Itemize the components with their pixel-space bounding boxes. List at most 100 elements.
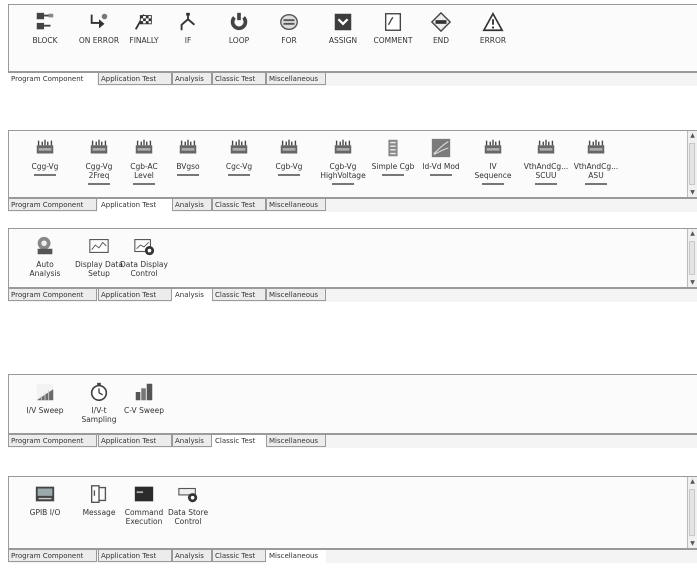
simple-cgb-icon xyxy=(382,137,404,159)
palette-item-label: VthAndCg... SCUU xyxy=(523,162,569,180)
tab-bar: Program Component Application Test Analysi… xyxy=(8,288,697,302)
palette-item[interactable]: BLOCK xyxy=(17,11,73,45)
palette-item-label: ERROR xyxy=(479,36,507,45)
command-execution-icon xyxy=(133,483,155,505)
scroll-thumb[interactable] xyxy=(689,241,695,275)
scroll-thumb[interactable] xyxy=(689,143,695,185)
scroll-down-icon[interactable]: ▼ xyxy=(688,539,697,548)
palette-item[interactable]: BVgso xyxy=(160,137,216,176)
tab-application-test[interactable]: Application Test xyxy=(98,435,172,447)
tab-classic-test[interactable]: Classic Test xyxy=(212,73,266,85)
vertical-scrollbar[interactable]: ▲ ▼ xyxy=(687,477,697,548)
tab-miscellaneous[interactable]: Miscellaneous xyxy=(266,73,326,85)
palette-item-label: Cgc-Vg xyxy=(225,162,253,171)
end-icon xyxy=(430,11,452,33)
palette-item[interactable]: ASSIGN xyxy=(315,11,371,45)
palette-item[interactable]: Data Store Control xyxy=(160,483,216,526)
scroll-up-icon[interactable]: ▲ xyxy=(688,477,697,486)
tab-analysis[interactable]: Analysis xyxy=(172,435,212,447)
tab-analysis[interactable]: Analysis xyxy=(172,289,212,302)
palette-item[interactable]: Id-Vd Mod xyxy=(413,137,469,176)
palette-item[interactable]: IV Sequence xyxy=(465,137,521,185)
auto-analysis-icon xyxy=(34,235,56,257)
palette-item[interactable]: Cgg-Vg xyxy=(17,137,73,176)
palette-item[interactable]: VthAndCg... SCUU xyxy=(518,137,574,185)
tab-program-component[interactable]: Program Component xyxy=(8,73,97,86)
device-test-icon xyxy=(88,137,110,159)
palette-item[interactable]: I/V Sweep xyxy=(17,381,73,415)
item-underline xyxy=(278,174,300,176)
component-palette: BLOCK ON ERROR FINALLY IF LOOP FOR ASSIGN COMME… xyxy=(9,5,679,71)
iv-sweep-icon xyxy=(34,381,56,403)
vertical-scrollbar[interactable]: ▲ ▼ xyxy=(687,131,697,197)
palette-item[interactable]: Cgb-Vg HighVoltage xyxy=(315,137,371,185)
device-test-icon xyxy=(133,137,155,159)
scroll-up-icon[interactable]: ▲ xyxy=(688,131,697,140)
id-vd-graph-icon xyxy=(430,137,452,159)
item-underline xyxy=(382,174,404,176)
palette-item[interactable]: GPIB I/O xyxy=(17,483,73,517)
palette-item[interactable]: IF xyxy=(160,11,216,45)
toolbox-panel-2: Cgg-Vg Cgg-Vg 2Freq Cgb-AC Level BVgso Cgc-V… xyxy=(8,130,697,198)
component-palette: Auto Analysis Display Data Setup Data Disp… xyxy=(9,229,679,287)
palette-item[interactable]: LOOP xyxy=(211,11,267,45)
tab-miscellaneous[interactable]: Miscellaneous xyxy=(266,289,326,301)
tab-application-test[interactable]: Application Test xyxy=(98,73,172,85)
tab-classic-test[interactable]: Classic Test xyxy=(212,550,266,562)
message-icon xyxy=(88,483,110,505)
tab-classic-test[interactable]: Classic Test xyxy=(212,199,266,211)
palette-item[interactable]: FOR xyxy=(261,11,317,45)
device-test-icon xyxy=(228,137,250,159)
scroll-down-icon[interactable]: ▼ xyxy=(688,188,697,197)
tab-analysis[interactable]: Analysis xyxy=(172,73,212,85)
tab-program-component[interactable]: Program Component xyxy=(8,289,97,301)
palette-item[interactable]: Data Display Control xyxy=(116,235,172,278)
vertical-scrollbar[interactable]: ▲ ▼ xyxy=(687,229,697,287)
tab-program-component[interactable]: Program Component xyxy=(8,550,97,562)
device-test-icon xyxy=(34,137,56,159)
cv-sweep-icon xyxy=(133,381,155,403)
tab-program-component[interactable]: Program Component xyxy=(8,199,97,211)
tab-application-test[interactable]: Application Test xyxy=(98,550,172,562)
tab-bar: Program Component Application Test Analysi… xyxy=(8,434,697,448)
palette-item[interactable]: Auto Analysis xyxy=(17,235,73,278)
palette-item-label: Data Store Control xyxy=(167,508,209,526)
tab-analysis[interactable]: Analysis xyxy=(172,550,212,562)
block-icon xyxy=(34,11,56,33)
tab-bar: Program Component Application Test Analysi… xyxy=(8,198,697,212)
comment-icon xyxy=(382,11,404,33)
component-palette: I/V Sweep I/V-t Sampling C-V Sweep xyxy=(9,375,679,433)
scroll-up-icon[interactable]: ▲ xyxy=(688,229,697,238)
tab-analysis[interactable]: Analysis xyxy=(172,199,212,211)
palette-item[interactable]: ERROR xyxy=(465,11,521,45)
palette-item[interactable]: Cgb-Vg xyxy=(261,137,317,176)
tab-classic-test[interactable]: Classic Test xyxy=(212,289,266,301)
item-underline xyxy=(430,174,452,176)
device-test-icon xyxy=(585,137,607,159)
item-underline xyxy=(34,174,56,176)
tab-application-test[interactable]: Application Test xyxy=(98,289,172,301)
palette-item-label: FOR xyxy=(281,36,297,45)
palette-item[interactable]: END xyxy=(413,11,469,45)
finally-flag-icon xyxy=(133,11,155,33)
toolbox-panel-1: BLOCK ON ERROR FINALLY IF LOOP FOR ASSIGN COMME… xyxy=(8,4,697,72)
palette-item-label: Cgb-Vg xyxy=(275,162,303,171)
palette-item[interactable]: C-V Sweep xyxy=(116,381,172,415)
scroll-down-icon[interactable]: ▼ xyxy=(688,278,697,287)
tab-miscellaneous[interactable]: Miscellaneous xyxy=(266,435,326,447)
tab-miscellaneous[interactable]: Miscellaneous xyxy=(266,550,326,563)
toolbox-panel-4: I/V Sweep I/V-t Sampling C-V Sweep xyxy=(8,374,697,434)
palette-item-label: VthAndCg... ASU xyxy=(573,162,619,180)
scroll-thumb[interactable] xyxy=(689,489,695,536)
palette-item-label: IV Sequence xyxy=(474,162,512,180)
palette-item-label: Data Display Control xyxy=(120,260,168,278)
tab-application-test[interactable]: Application Test xyxy=(98,199,172,212)
tab-classic-test[interactable]: Classic Test xyxy=(212,435,266,448)
item-underline xyxy=(228,174,250,176)
tab-miscellaneous[interactable]: Miscellaneous xyxy=(266,199,326,211)
palette-item[interactable]: Cgc-Vg xyxy=(211,137,267,176)
tab-program-component[interactable]: Program Component xyxy=(8,435,97,447)
palette-item[interactable]: VthAndCg... ASU xyxy=(568,137,624,185)
palette-item-label: C-V Sweep xyxy=(124,406,164,415)
device-test-icon xyxy=(535,137,557,159)
